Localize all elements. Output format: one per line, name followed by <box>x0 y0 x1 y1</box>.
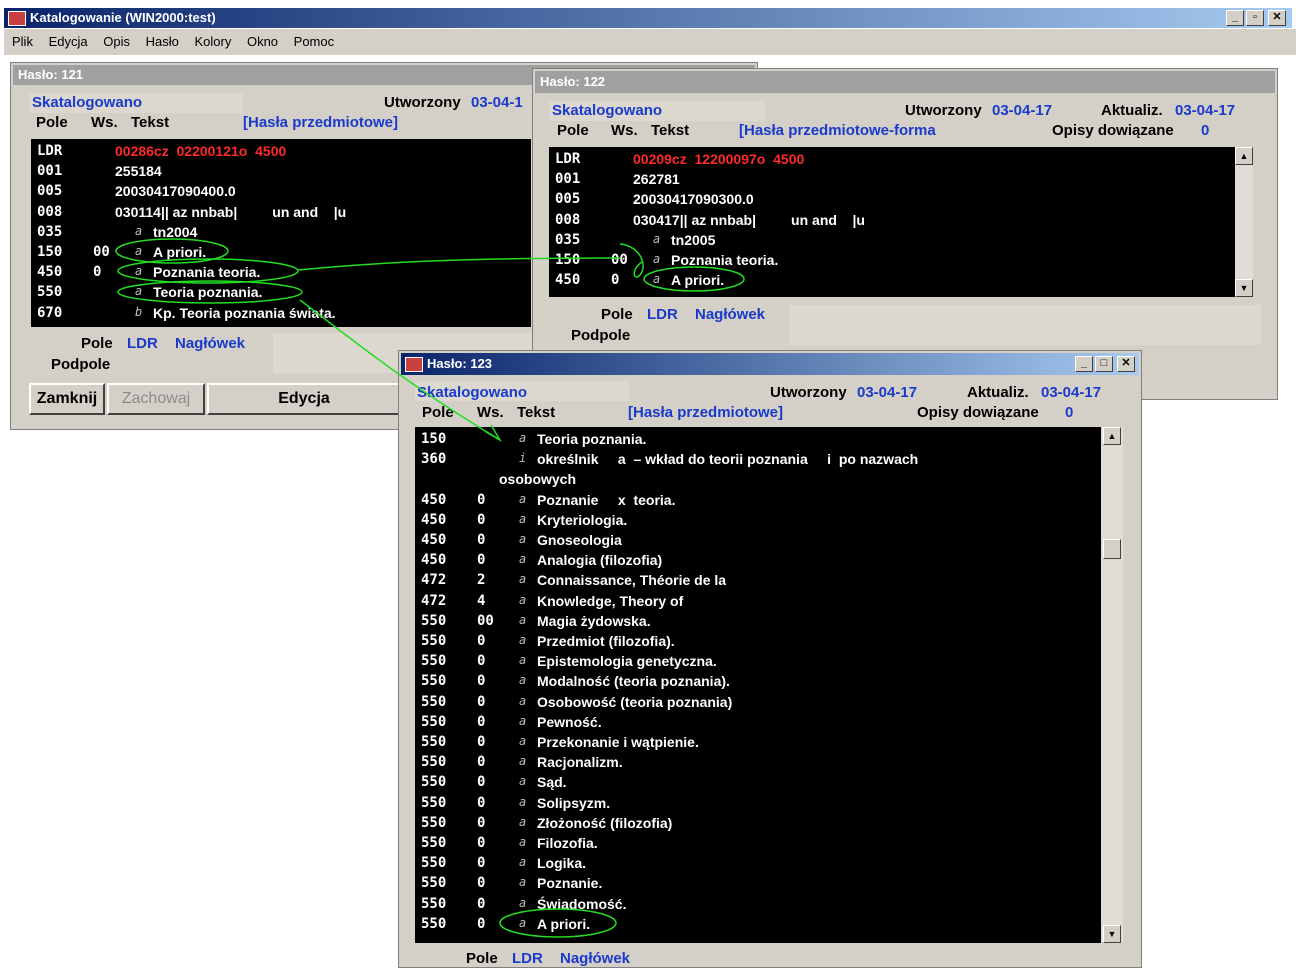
annotation-overlay <box>115 238 745 938</box>
annotation-circle-a-priori-122 <box>643 266 745 292</box>
annotation-bracket-122 <box>619 243 644 278</box>
annotation-circle-teoria-121 <box>117 280 303 304</box>
annotation-arrowhead <box>485 424 503 443</box>
annotation-circle-poznania-121 <box>117 258 299 284</box>
annotation-circle-a-priori-123 <box>499 908 617 938</box>
annotation-line-poznania <box>297 257 621 271</box>
annotation-arrow-teoria <box>299 299 501 441</box>
